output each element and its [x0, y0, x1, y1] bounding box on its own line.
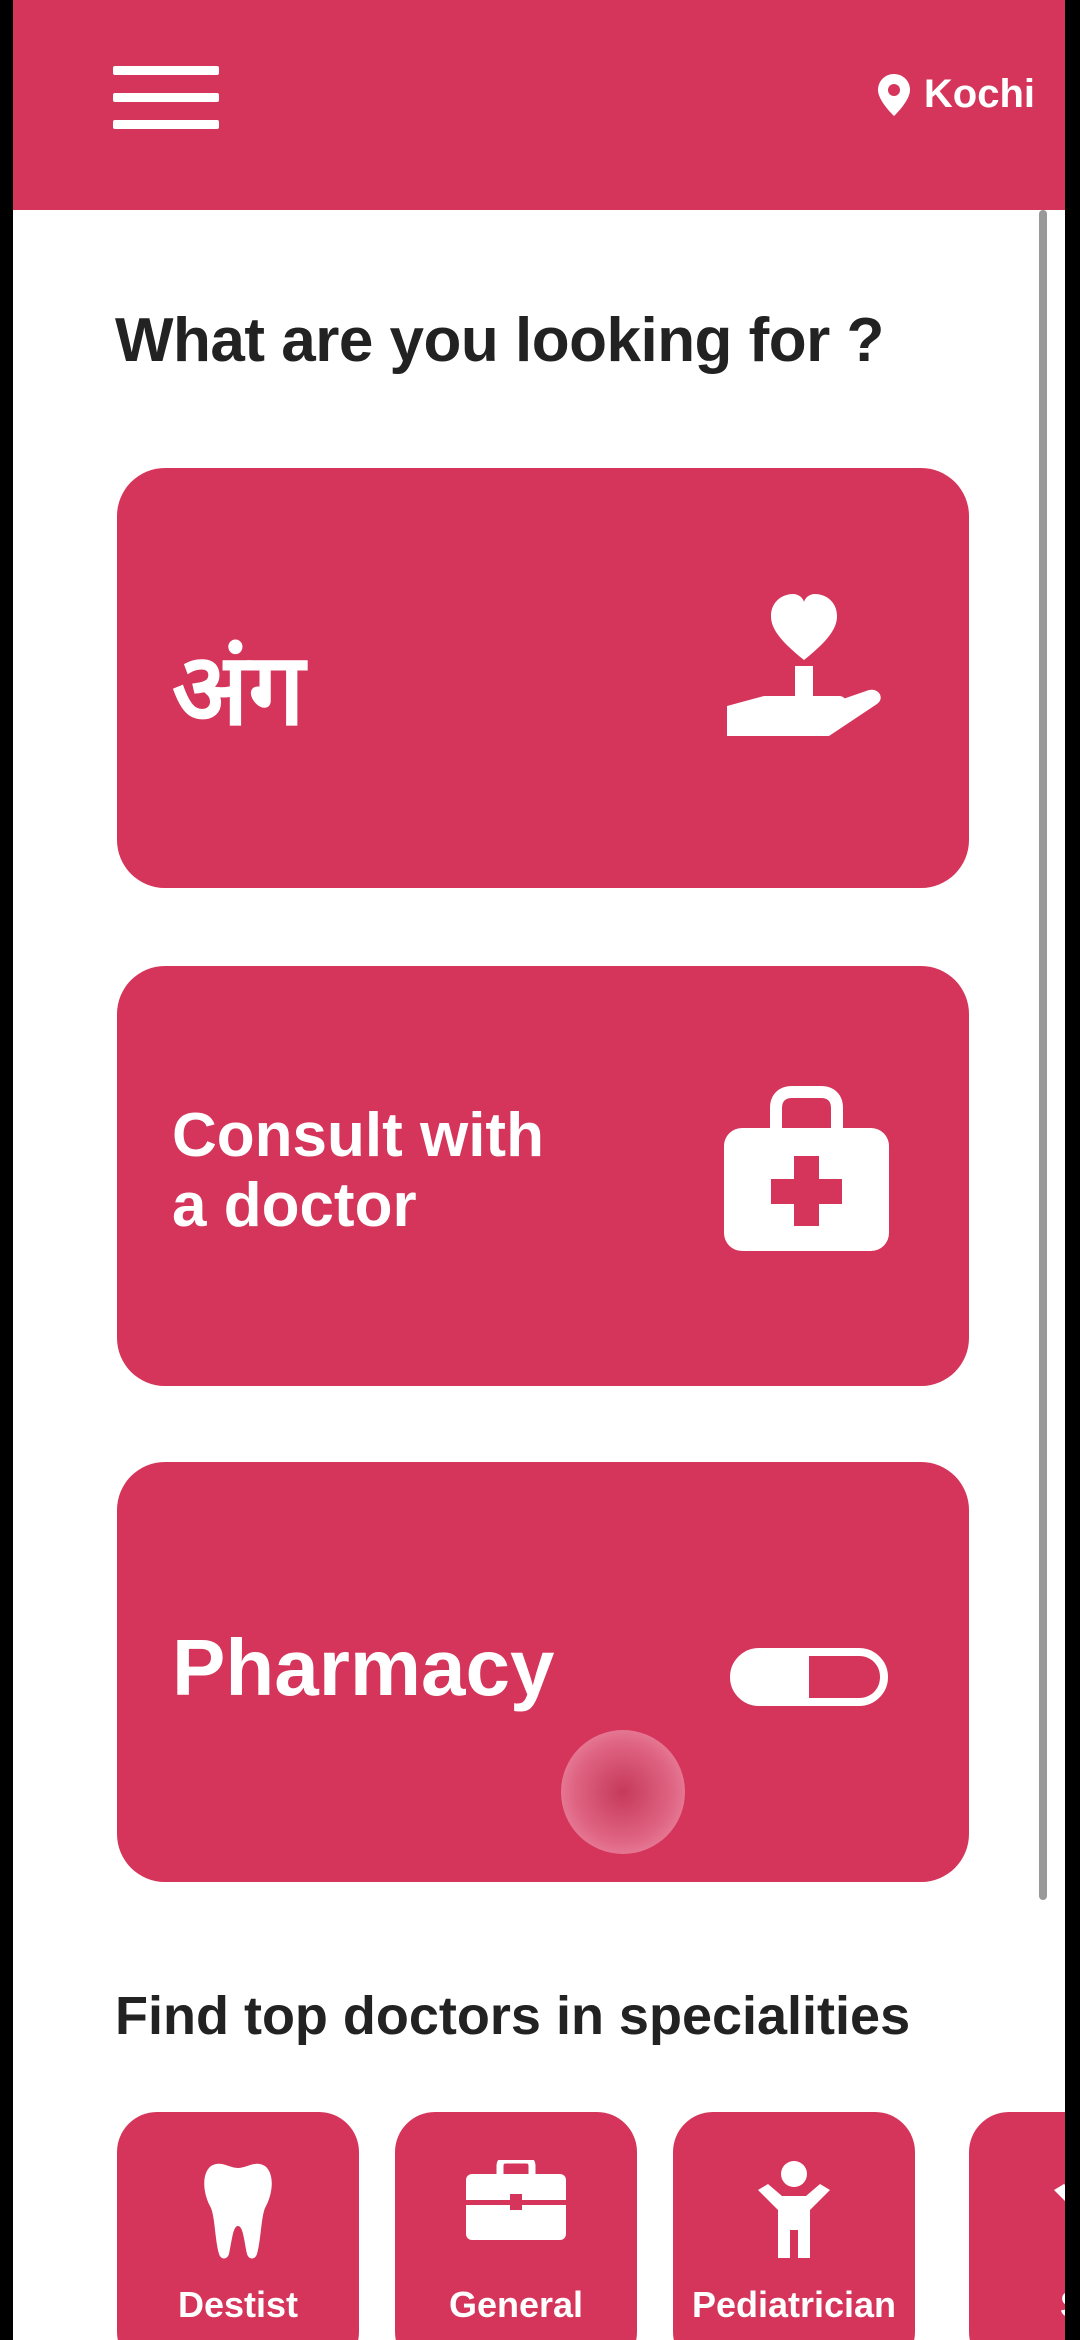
speciality-pediatrician[interactable]: Pediatrician	[673, 2112, 915, 2340]
organ-donation-card[interactable]: अंग	[117, 468, 969, 888]
specialities-list: Destist General Pediatrician	[117, 2112, 1065, 2340]
touch-indicator	[561, 1730, 685, 1854]
menu-button[interactable]	[113, 66, 219, 130]
speciality-surgeon[interactable]: Sur	[969, 2112, 1065, 2340]
tooth-icon	[204, 2163, 272, 2259]
pill-icon	[730, 1648, 888, 1706]
location-label: Kochi	[923, 72, 1035, 116]
speciality-label: Pediatrician	[691, 2284, 897, 2325]
location-selector[interactable]: Kochi	[877, 72, 1035, 117]
child-icon	[758, 2161, 830, 2258]
page-heading: What are you looking for ?	[115, 306, 884, 375]
card-label: Consult with a doctor	[172, 1101, 544, 1240]
heart-in-hand-icon	[727, 594, 881, 736]
speciality-label: Destist	[177, 2284, 299, 2325]
card-label: अंग	[172, 631, 305, 748]
hamburger-line	[113, 120, 219, 129]
hamburger-line	[113, 93, 219, 102]
speciality-label: General	[448, 2284, 584, 2325]
pharmacy-card[interactable]: Pharmacy	[117, 1462, 969, 1882]
scrollbar[interactable]	[1039, 210, 1047, 1900]
person-icon	[1054, 2184, 1065, 2201]
medical-kit-icon	[724, 1086, 889, 1251]
top-app-bar: Kochi	[13, 0, 1065, 210]
specialities-title: Find top doctors in specialities	[115, 1986, 911, 2046]
speciality-dentist[interactable]: Destist	[117, 2112, 359, 2340]
briefcase-icon	[466, 2156, 566, 2240]
card-label: Pharmacy	[172, 1623, 555, 1712]
app-screen: Kochi What are you looking for ? अंग Con…	[13, 0, 1065, 2340]
map-pin-icon	[877, 73, 910, 116]
hamburger-menu-icon	[113, 66, 219, 75]
speciality-label: Sur	[969, 2284, 1065, 2326]
consult-doctor-card[interactable]: Consult with a doctor	[117, 966, 969, 1386]
speciality-general[interactable]: General	[395, 2112, 637, 2340]
